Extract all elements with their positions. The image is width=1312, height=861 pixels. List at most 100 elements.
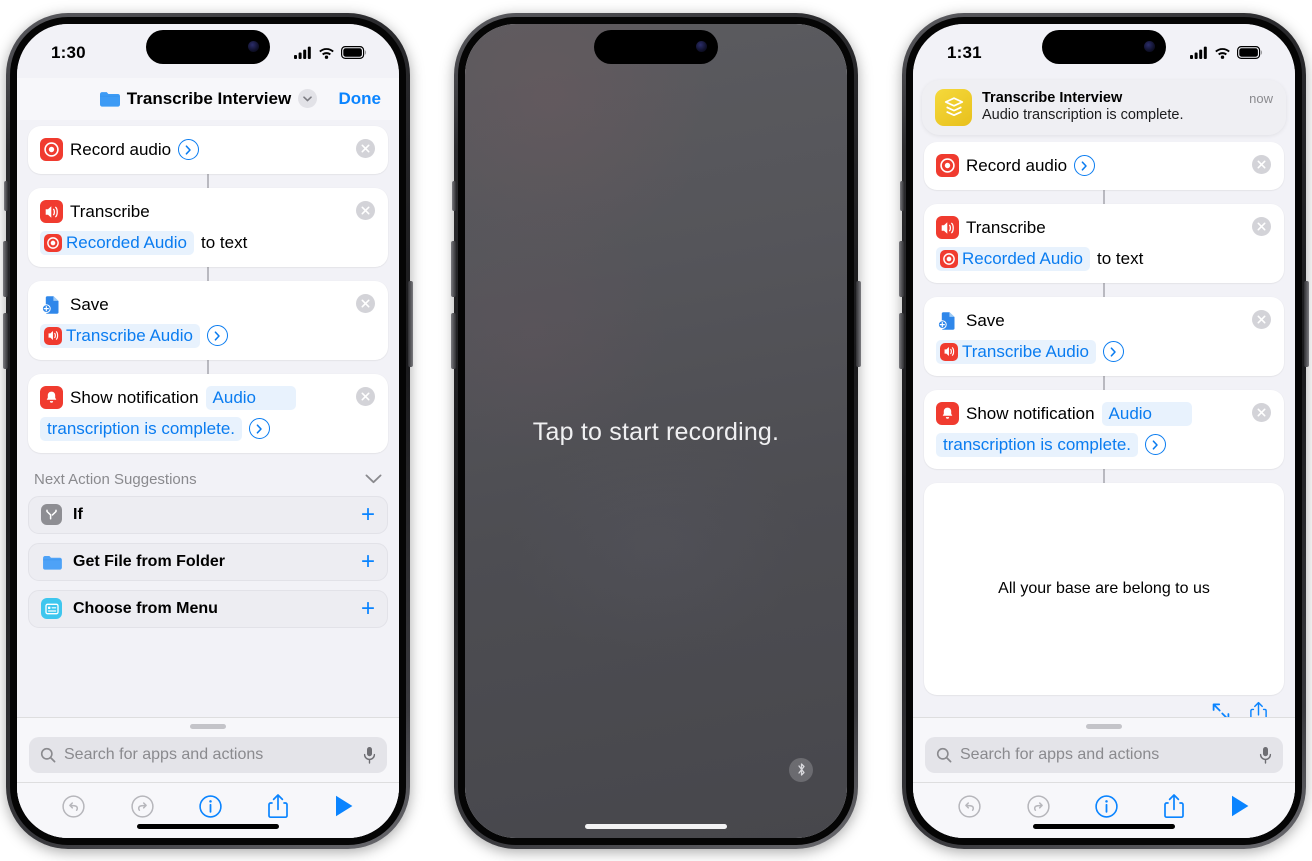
text-token-transcription-complete[interactable]: transcription is complete. (40, 416, 243, 441)
action-label: Show notification (966, 403, 1095, 423)
mute-switch[interactable] (452, 180, 456, 211)
disclosure-chevron-icon[interactable] (1145, 434, 1167, 455)
text-token-audio[interactable]: Audio (205, 385, 297, 410)
undo-button[interactable] (957, 794, 982, 819)
chevron-down-icon[interactable] (298, 89, 318, 108)
suggestion-item-if[interactable]: If + (28, 495, 388, 534)
notification-title: Transcribe Interview (982, 89, 1123, 106)
info-button[interactable] (1094, 794, 1119, 819)
variable-token-recorded-audio[interactable]: Recorded Audio (936, 246, 1090, 271)
share-button[interactable] (267, 793, 289, 819)
mute-switch[interactable] (900, 180, 904, 211)
text-token-transcription-complete[interactable]: transcription is complete. (936, 432, 1139, 457)
variable-token-transcribe-audio[interactable]: Transcribe Audio (936, 339, 1096, 364)
action-card-show-notification[interactable]: Show notification Audio transcription is… (924, 389, 1284, 469)
shortcut-title-group[interactable]: Transcribe Interview (99, 88, 318, 109)
sheet-grabber[interactable] (190, 723, 226, 729)
run-button[interactable] (1229, 794, 1251, 818)
dynamic-island (1042, 29, 1166, 64)
shortcut-editor: 1:30 Transcribe Interview Done Record au… (17, 23, 399, 838)
variable-token-recorded-audio[interactable]: Recorded Audio (40, 230, 194, 255)
plus-icon[interactable]: + (361, 596, 375, 621)
transcribe-audio-icon (936, 216, 959, 239)
remove-action-icon[interactable] (1252, 309, 1271, 329)
disclosure-chevron-icon[interactable] (178, 139, 200, 160)
power-button[interactable] (408, 280, 413, 367)
action-line: Record audio (936, 151, 1272, 181)
volume-down-button[interactable] (451, 312, 456, 369)
action-connector (1103, 282, 1105, 297)
action-card-show-notification[interactable]: Show notification Audio transcription is… (28, 373, 388, 453)
suggestion-item-choose-from-menu[interactable]: Choose from Menu + (28, 589, 388, 628)
page-title: Transcribe Interview (126, 88, 292, 108)
action-card-record-audio[interactable]: Record audio (28, 125, 388, 174)
chevron-down-icon[interactable] (365, 474, 382, 484)
save-file-icon (40, 293, 63, 316)
remove-action-icon[interactable] (1252, 402, 1271, 422)
text-token-audio[interactable]: Audio (1101, 401, 1193, 426)
mute-switch[interactable] (4, 180, 8, 211)
disclosure-chevron-icon[interactable] (1102, 341, 1124, 362)
share-icon[interactable] (1249, 701, 1268, 717)
shortcut-editor-result: 1:31 Transcribe Interview Audio transcri… (913, 23, 1295, 838)
editor-bottom-dock: Search for apps and actions (913, 716, 1295, 838)
notification-banner[interactable]: Transcribe Interview Audio transcription… (922, 79, 1286, 135)
done-button[interactable]: Done (339, 89, 382, 109)
disclosure-chevron-icon[interactable] (1074, 155, 1096, 176)
disclosure-chevron-icon[interactable] (206, 325, 228, 346)
menu-icon (41, 598, 62, 619)
front-camera-icon (1144, 41, 1155, 52)
remove-action-icon[interactable] (1252, 216, 1271, 236)
plus-icon[interactable]: + (361, 549, 375, 574)
volume-down-button[interactable] (899, 312, 904, 369)
remove-action-icon[interactable] (356, 293, 375, 313)
action-card-record-audio[interactable]: Record audio (924, 141, 1284, 190)
action-card-save[interactable]: Save Transcribe Audio (28, 280, 388, 360)
action-connector (207, 266, 209, 281)
token-label: Transcribe Audio (962, 341, 1089, 361)
disclosure-chevron-icon[interactable] (249, 418, 271, 439)
editor-action-list[interactable]: Record audio Transcribe Recorded Audio t… (913, 141, 1295, 717)
suggestion-item-get-file-from-folder[interactable]: Get File from Folder + (28, 542, 388, 581)
info-button[interactable] (198, 794, 223, 819)
front-camera-icon (248, 41, 259, 52)
action-card-save[interactable]: Save Transcribe Audio (924, 296, 1284, 376)
search-input[interactable]: Search for apps and actions (925, 736, 1283, 773)
microphone-icon[interactable] (363, 746, 376, 764)
run-button[interactable] (333, 794, 355, 818)
transcription-result-card[interactable]: All your base are belong to us (924, 482, 1284, 695)
home-indicator[interactable] (585, 823, 727, 829)
power-button[interactable] (1304, 280, 1309, 367)
next-action-suggestions-header[interactable]: Next Action Suggestions (28, 453, 388, 496)
expand-diagonal-icon[interactable] (1211, 702, 1231, 717)
volume-down-button[interactable] (3, 312, 8, 369)
sheet-grabber[interactable] (1086, 723, 1122, 729)
remove-action-icon[interactable] (1252, 154, 1271, 174)
home-indicator[interactable] (1033, 823, 1175, 829)
share-button[interactable] (1163, 793, 1185, 819)
search-input[interactable]: Search for apps and actions (29, 736, 387, 773)
recording-overlay[interactable]: Tap to start recording. (465, 23, 847, 838)
remove-action-icon[interactable] (356, 386, 375, 406)
action-card-transcribe[interactable]: Transcribe Recorded Audio to text (924, 203, 1284, 283)
action-card-transcribe[interactable]: Transcribe Recorded Audio to text (28, 187, 388, 267)
volume-up-button[interactable] (3, 240, 8, 297)
remove-action-icon[interactable] (356, 200, 375, 220)
volume-up-button[interactable] (451, 240, 456, 297)
plus-icon[interactable]: + (361, 502, 375, 527)
microphone-icon[interactable] (1259, 746, 1272, 764)
redo-button[interactable] (1026, 794, 1051, 819)
show-notification-icon (936, 402, 959, 425)
undo-button[interactable] (61, 794, 86, 819)
result-toolbar (924, 695, 1284, 717)
action-line: Transcribe (936, 213, 1272, 243)
home-indicator[interactable] (137, 823, 279, 829)
remove-action-icon[interactable] (356, 138, 375, 158)
editor-action-list[interactable]: Record audio Transcribe Recorded Audio t… (17, 120, 399, 717)
redo-button[interactable] (130, 794, 155, 819)
action-connector (1103, 375, 1105, 390)
phone-recording-screen[interactable]: Tap to start recording. (465, 23, 847, 838)
variable-token-transcribe-audio[interactable]: Transcribe Audio (40, 323, 200, 348)
power-button[interactable] (856, 280, 861, 367)
volume-up-button[interactable] (899, 240, 904, 297)
